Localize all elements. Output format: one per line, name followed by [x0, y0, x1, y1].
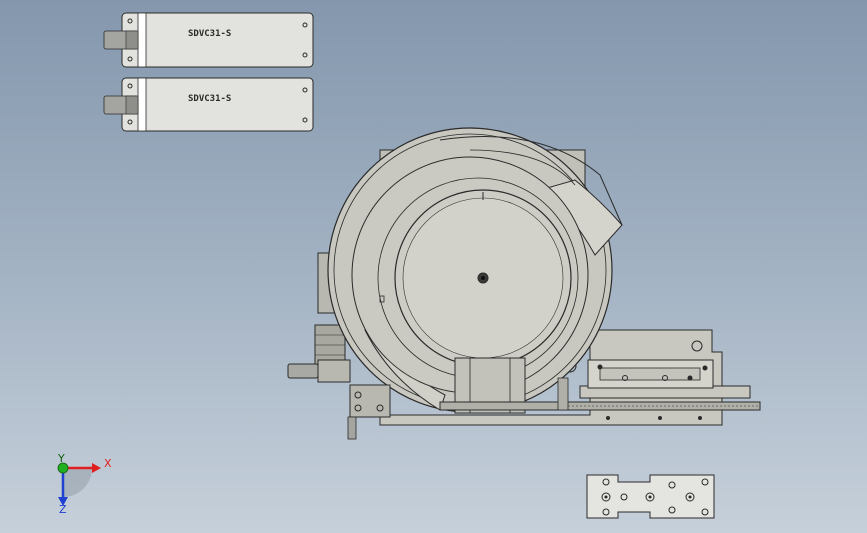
x-axis-label: X: [104, 457, 112, 470]
drawing-canvas[interactable]: SDVC31-S SDVC31-S X Y Z: [0, 0, 867, 533]
controller-box-bottom[interactable]: SDVC31-S: [103, 77, 314, 132]
bowl-feeder-assembly[interactable]: [287, 127, 761, 440]
controller-label-top: SDVC31-S: [188, 29, 231, 39]
y-axis-label: Y: [57, 452, 65, 465]
air-cylinder: [287, 363, 319, 379]
mounting-plate-part[interactable]: [586, 474, 715, 519]
axis-triad: X Y Z: [57, 452, 112, 516]
cad-viewport[interactable]: SDVC31-S SDVC31-S X Y Z: [0, 0, 867, 533]
controller-label-bottom: SDVC31-S: [188, 94, 231, 104]
z-axis-label: Z: [59, 503, 67, 516]
controller-box-top[interactable]: SDVC31-S: [103, 12, 314, 68]
